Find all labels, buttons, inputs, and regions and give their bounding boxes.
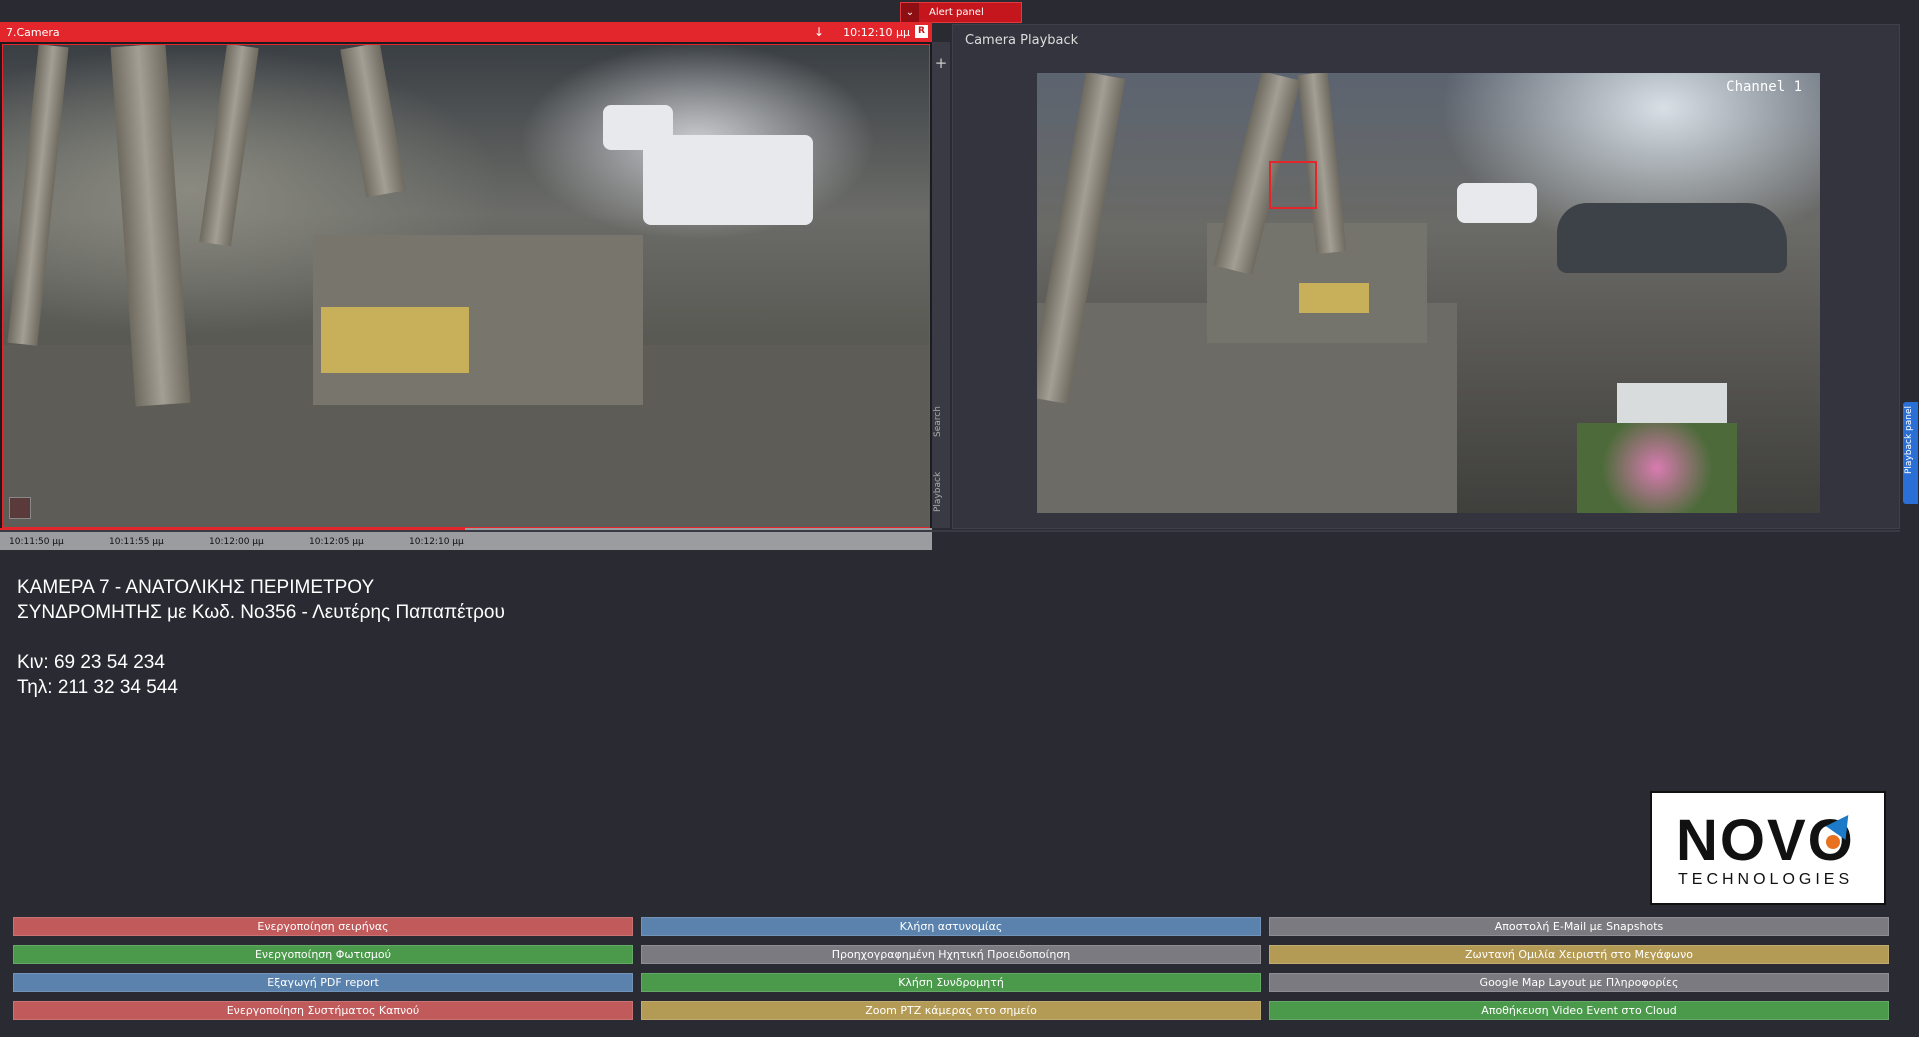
video-tree-3: [340, 45, 406, 198]
timeline-label: 10:12:00 μμ: [209, 537, 264, 547]
action-button[interactable]: Ενεργοποίηση Συστήματος Καπνού: [13, 1001, 633, 1020]
alert-panel-label: Alert panel: [929, 7, 984, 18]
camera-side-strip: + Search Playback: [932, 42, 950, 528]
action-button[interactable]: Ενεργοποίηση σειρήνας: [13, 917, 633, 936]
pb-crate: [1299, 283, 1369, 313]
tab-playback-panel[interactable]: Playback panel: [1903, 402, 1918, 504]
info-camera-name: ΚΑΜΕΡΑ 7 - ΑΝΑΤΟΛΙΚΗΣ ΠΕΡΙΜΕΤΡΟΥ: [17, 577, 375, 598]
timeline-label: 10:12:10 μμ: [409, 537, 464, 547]
camera-time: 10:12:10 μμ: [843, 25, 910, 39]
timeline-label: 10:11:55 μμ: [109, 537, 164, 547]
video-snapshot-icon[interactable]: [9, 497, 31, 519]
action-button[interactable]: Κλήση αστυνομίας: [641, 917, 1261, 936]
info-mobile: Κιν: 69 23 54 234: [17, 652, 165, 673]
camera-live-video[interactable]: [2, 44, 930, 528]
video-tree-4: [7, 45, 69, 346]
chevron-down-icon[interactable]: ⌄: [901, 3, 919, 22]
logo-sub: TECHNOLOGIES: [1678, 871, 1854, 888]
info-subscriber: ΣΥΝΔΡΟΜΗΤΗΣ με Κωδ. Νο356 - Λευτέρης Παπ…: [17, 602, 505, 623]
logo-dot: [1826, 835, 1840, 849]
pb-car: [1557, 203, 1787, 273]
playback-title: Camera Playback: [965, 33, 1079, 48]
action-button[interactable]: Προηχογραφημένη Ηχητική Προειδοποίηση: [641, 945, 1261, 964]
playback-watermark: Channel 1: [1726, 79, 1802, 95]
camera-playback-panel: Camera Playback Channel 1: [952, 24, 1900, 529]
action-button[interactable]: Ζωντανή Ομιλία Χειριστή στο Μεγάφωνο: [1269, 945, 1889, 964]
action-button[interactable]: Αποστολή E-Mail με Snapshots: [1269, 917, 1889, 936]
detection-box: [1269, 161, 1317, 209]
video-crate: [321, 307, 469, 373]
tab-playback[interactable]: Playback: [933, 462, 949, 522]
plus-icon[interactable]: +: [934, 56, 948, 71]
action-button[interactable]: Εξαγωγή PDF report: [13, 973, 633, 992]
action-button[interactable]: Zoom PTZ κάμερας στο σημείο: [641, 1001, 1261, 1020]
download-icon[interactable]: ↓: [814, 25, 824, 39]
info-phone: Τηλ: 211 32 34 544: [17, 677, 178, 698]
alert-panel-toggle[interactable]: ⌄ Alert panel: [900, 2, 1022, 23]
camera-header: 7.Camera ↓ 10:12:10 μμ R: [0, 22, 932, 42]
pb-van: [1457, 183, 1537, 223]
video-van-2: [603, 105, 673, 150]
action-button[interactable]: Αποθήκευση Video Event στο Cloud: [1269, 1001, 1889, 1020]
playback-panel-label: Playback panel: [1904, 406, 1914, 474]
camera-info: ΚΑΜΕΡΑ 7 - ΑΝΑΤΟΛΙΚΗΣ ΠΕΡΙΜΕΤΡΟΥ ΣΥΝΔΡΟΜ…: [17, 575, 505, 700]
record-badge[interactable]: R: [915, 25, 928, 38]
novo-logo: NOVO TECHNOLOGIES: [1650, 791, 1886, 905]
action-button[interactable]: Κλήση Συνδρομητή: [641, 973, 1261, 992]
tab-search[interactable]: Search: [933, 397, 949, 447]
divider: [0, 530, 1900, 532]
action-button[interactable]: Ενεργοποίηση Φωτισμού: [13, 945, 633, 964]
camera-title: 7.Camera: [6, 25, 60, 39]
pb-flowers: [1577, 423, 1737, 513]
timeline-label: 10:12:05 μμ: [309, 537, 364, 547]
playback-video[interactable]: Channel 1: [1037, 73, 1820, 513]
timeline-label: 10:11:50 μμ: [9, 537, 64, 547]
action-button[interactable]: Google Map Layout με Πληροφορίες: [1269, 973, 1889, 992]
video-tree-2: [199, 45, 259, 247]
camera-window[interactable]: 7.Camera ↓ 10:12:10 μμ R 10:11:50 μμ 10:…: [0, 22, 932, 550]
